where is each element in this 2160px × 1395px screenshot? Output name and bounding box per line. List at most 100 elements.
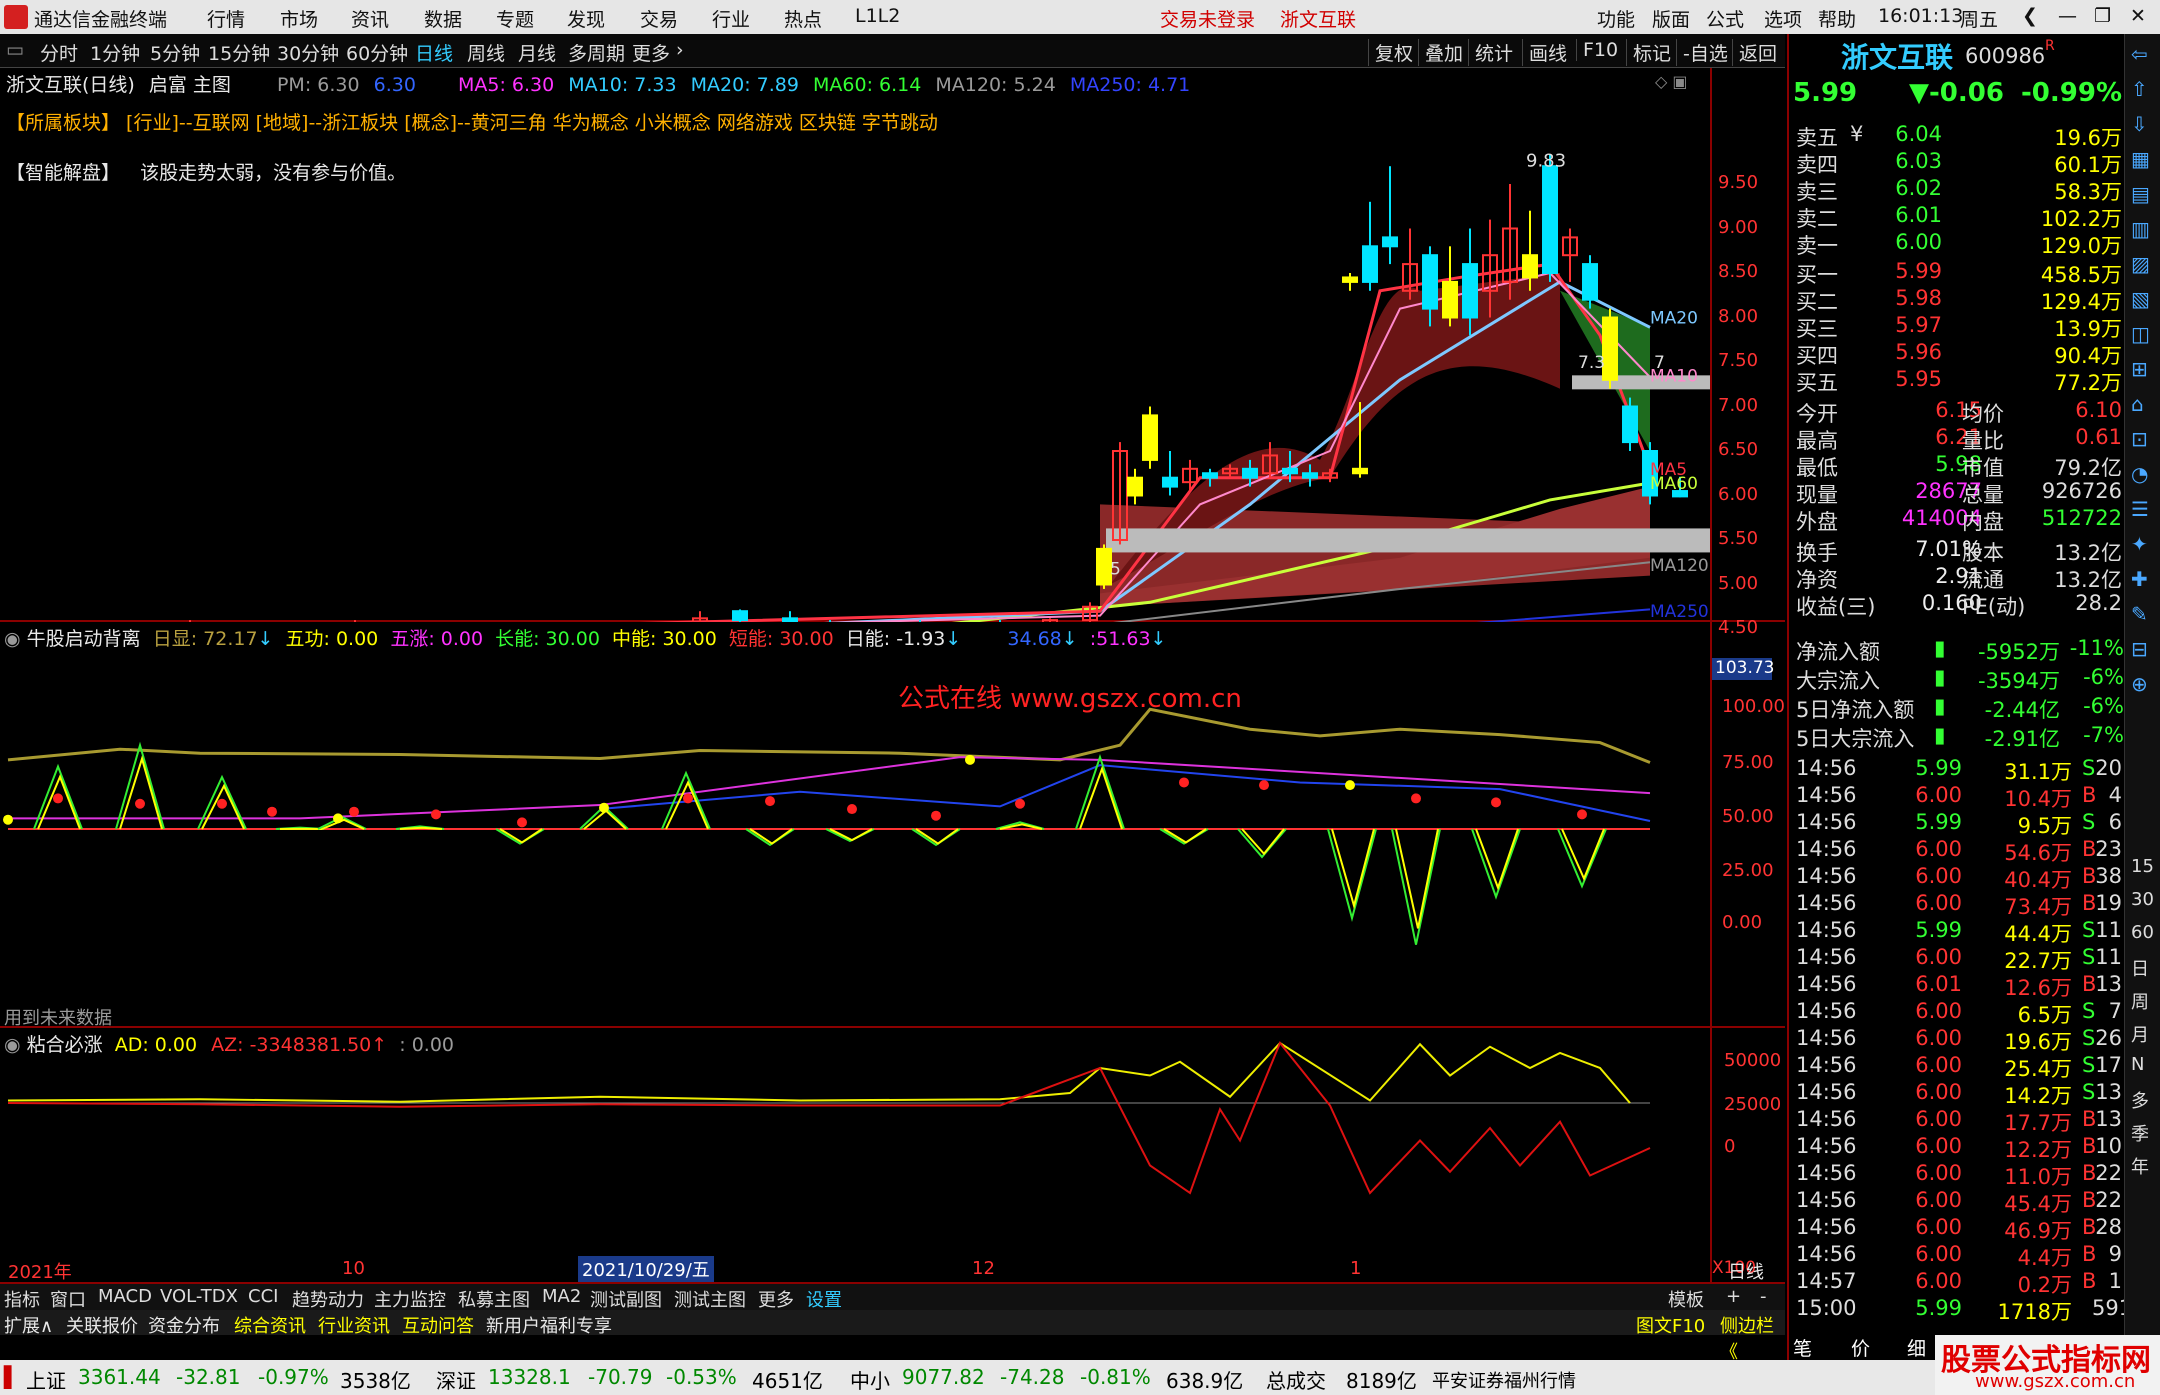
stat-row[interactable]: 收益(三) 0.160 PE(动) 28.2 <box>1792 591 2122 619</box>
sidebar-tool-icon[interactable]: ✚ <box>2131 567 2148 591</box>
sidebar-tool-icon[interactable]: ▧ <box>2131 287 2150 311</box>
sidebar-tool-icon[interactable]: ▨ <box>2131 252 2150 276</box>
period-tab-more[interactable]: 更多 <box>632 39 670 66</box>
menu-item[interactable]: L1L2 <box>855 5 900 27</box>
menu-item[interactable]: 行业 <box>712 5 750 32</box>
indicator-panel-1[interactable]: ◉ 牛股启动背离 日显: 72.17↓ 五功: 0.00 五涨: 0.00 长能… <box>0 622 1785 1029</box>
toolbar-button[interactable]: 统计 <box>1468 39 1513 66</box>
sidebar-tool-icon[interactable]: ⊕ <box>2131 672 2148 696</box>
menu-item[interactable]: 版面 <box>1652 5 1690 32</box>
tick-row[interactable]: 14:56 6.00 14.2万 S 13 <box>1792 1080 2122 1108</box>
bid-row[interactable]: 买三 5.97 13.9万 <box>1792 313 2122 341</box>
sidebar-tool-icon[interactable]: ▥ <box>2131 217 2150 241</box>
tick-row[interactable]: 14:56 6.00 12.2万 B 10 <box>1792 1134 2122 1162</box>
stat-row[interactable]: 今开 6.15 均价 6.10 <box>1792 398 2122 426</box>
tab[interactable]: 私募主图 <box>458 1286 530 1312</box>
sidebar-tool-icon[interactable]: ⊡ <box>2131 427 2148 451</box>
stat-row[interactable]: 换手 7.01% 股本 13.2亿 <box>1792 537 2122 565</box>
sidebar-toggle[interactable]: 侧边栏《 <box>1720 1312 1785 1364</box>
bid-row[interactable]: 买二 5.98 129.4万 <box>1792 286 2122 314</box>
flow-row[interactable]: 净流入额 ▮ -5952万 -11% <box>1792 636 2124 664</box>
period-tab[interactable]: 30分钟 <box>277 39 339 66</box>
menu-item[interactable]: 数据 <box>424 5 462 32</box>
tab[interactable]: 指标 <box>4 1286 40 1312</box>
bid-row[interactable]: 买五 5.95 77.2万 <box>1792 367 2122 395</box>
sidebar-period-button[interactable]: 多 <box>2131 1087 2149 1113</box>
tick-row[interactable]: 14:56 6.00 40.4万 B 38 <box>1792 864 2122 892</box>
sidebar-period-button[interactable]: 月 <box>2131 1021 2149 1047</box>
sidebar-period-button[interactable]: N <box>2131 1054 2144 1075</box>
tick-row[interactable]: 14:56 6.00 19.6万 S 26 <box>1792 1026 2122 1054</box>
ask-row[interactable]: 卖四 6.03 60.1万 <box>1792 149 2122 177</box>
menu-item[interactable]: 市场 <box>280 5 318 32</box>
tab[interactable]: VOL-TDX <box>160 1286 238 1307</box>
menu-item[interactable]: 专题 <box>496 5 534 32</box>
tick-row[interactable]: 14:56 6.00 11.0万 B 22 <box>1792 1161 2122 1189</box>
menu-item[interactable]: 热点 <box>784 5 822 32</box>
stat-row[interactable]: 现量 28677 总量 926726 <box>1792 479 2122 507</box>
period-tab[interactable]: 多周期 <box>568 39 625 66</box>
remove-button[interactable]: - <box>1760 1286 1767 1307</box>
tick-row[interactable]: 14:56 6.01 12.6万 B 13 <box>1792 972 2122 1000</box>
flow-row[interactable]: 5日大宗流入 ▮ -2.91亿 -7% <box>1792 723 2124 751</box>
tick-row[interactable]: 15:00 5.99 1718万 591 <box>1792 1296 2132 1324</box>
toolbar-button[interactable]: 标记 <box>1626 39 1671 66</box>
flow-row[interactable]: 大宗流入 ▮ -3594万 -6% <box>1792 665 2124 693</box>
tab[interactable]: 更多 <box>758 1286 794 1312</box>
sidebar-tool-icon[interactable]: ▤ <box>2131 182 2150 206</box>
period-tab-active[interactable]: 日线 <box>415 39 453 66</box>
sidebar-tool-icon[interactable]: ⇩ <box>2131 112 2148 136</box>
panel-toggle-icon[interactable]: ▭ <box>6 39 24 61</box>
toolbar-button[interactable]: -自选 <box>1676 39 1728 66</box>
index-name[interactable]: 上证 <box>26 1365 66 1394</box>
tab[interactable]: 主力监控 <box>374 1286 446 1312</box>
restore-icon[interactable]: ❐ <box>2094 5 2111 27</box>
flow-row[interactable]: 5日净流入额 ▮ -2.44亿 -6% <box>1792 694 2124 722</box>
sidebar-tool-icon[interactable]: ▦ <box>2131 147 2150 171</box>
period-tab[interactable]: 5分钟 <box>150 39 200 66</box>
menu-item[interactable]: 交易 <box>640 5 678 32</box>
stat-row[interactable]: 外盘 414004 内盘 512722 <box>1792 506 2122 534</box>
sidebar-tool-icon[interactable]: ☰ <box>2131 497 2149 521</box>
minimize-icon[interactable]: — <box>2058 5 2077 27</box>
sidebar-period-button[interactable]: 日 <box>2131 955 2149 981</box>
tab[interactable]: 趋势动力 <box>292 1286 364 1312</box>
sidebar-period-button[interactable]: 年 <box>2131 1153 2149 1179</box>
sidebar-period-button[interactable]: 周 <box>2131 988 2149 1014</box>
tick-row[interactable]: 14:56 6.00 6.5万 S 7 <box>1792 999 2122 1027</box>
period-tab[interactable]: 15分钟 <box>208 39 270 66</box>
info-tab[interactable]: 互动问答 <box>402 1312 474 1338</box>
tick-row[interactable]: 14:56 6.00 25.4万 S 17 <box>1792 1053 2122 1081</box>
tick-row[interactable]: 14:56 6.00 46.9万 B 28 <box>1792 1215 2122 1243</box>
sidebar-tool-icon[interactable]: ✎ <box>2131 602 2148 626</box>
tick-row[interactable]: 14:56 5.99 44.4万 S 11 <box>1792 918 2122 946</box>
tab[interactable]: MA2 <box>542 1286 581 1307</box>
indicator-1-canvas[interactable] <box>0 622 1710 1028</box>
period-tab[interactable]: 1分钟 <box>90 39 140 66</box>
info-tab[interactable]: 行业资讯 <box>318 1312 390 1338</box>
info-tab[interactable]: 关联报价 <box>66 1312 138 1338</box>
chevron-right-icon[interactable]: › <box>676 39 684 61</box>
tick-row[interactable]: 14:56 6.00 54.6万 B 23 <box>1792 837 2122 865</box>
indicator-panel-2[interactable]: ◉ 粘合必涨 AD: 0.00 AZ: -3348381.50↑ : 0.00 … <box>0 1028 1785 1284</box>
info-tab[interactable]: 资金分布 <box>148 1312 220 1338</box>
sidebar-period-button[interactable]: 30 <box>2131 889 2154 910</box>
tick-row[interactable]: 14:56 6.00 4.4万 B 9 <box>1792 1242 2122 1270</box>
tick-row[interactable]: 14:56 5.99 31.1万 S 20 <box>1792 756 2122 784</box>
close-icon[interactable]: ✕ <box>2130 5 2146 27</box>
toolbar-button[interactable]: 画线 <box>1522 39 1567 66</box>
menu-item[interactable]: 发现 <box>567 5 605 32</box>
tick-row[interactable]: 14:56 6.00 17.7万 B 13 <box>1792 1107 2122 1135</box>
kline-canvas[interactable]: 9.834.07财涨榜跌预7.375MA20MA10MA5MA60MA120MA… <box>0 68 1710 622</box>
toolbar-button[interactable]: 复权 <box>1368 39 1413 66</box>
stat-row[interactable]: 最高 6.21 量比 0.61 <box>1792 425 2122 453</box>
tab[interactable]: 窗口 <box>50 1286 86 1312</box>
sidebar-tool-icon[interactable]: ⊞ <box>2131 357 2148 381</box>
info-tab[interactable]: 新用户福利专享 <box>486 1312 612 1338</box>
toolbar-button[interactable]: 返回 <box>1732 39 1777 66</box>
ask-row[interactable]: 卖二 6.01 102.2万 <box>1792 203 2122 231</box>
sidebar-period-button[interactable]: 季 <box>2131 1120 2149 1146</box>
tick-row[interactable]: 14:56 6.00 73.4万 B 19 <box>1792 891 2122 919</box>
bid-row[interactable]: 买四 5.96 90.4万 <box>1792 340 2122 368</box>
tab[interactable]: CCI <box>248 1286 278 1307</box>
